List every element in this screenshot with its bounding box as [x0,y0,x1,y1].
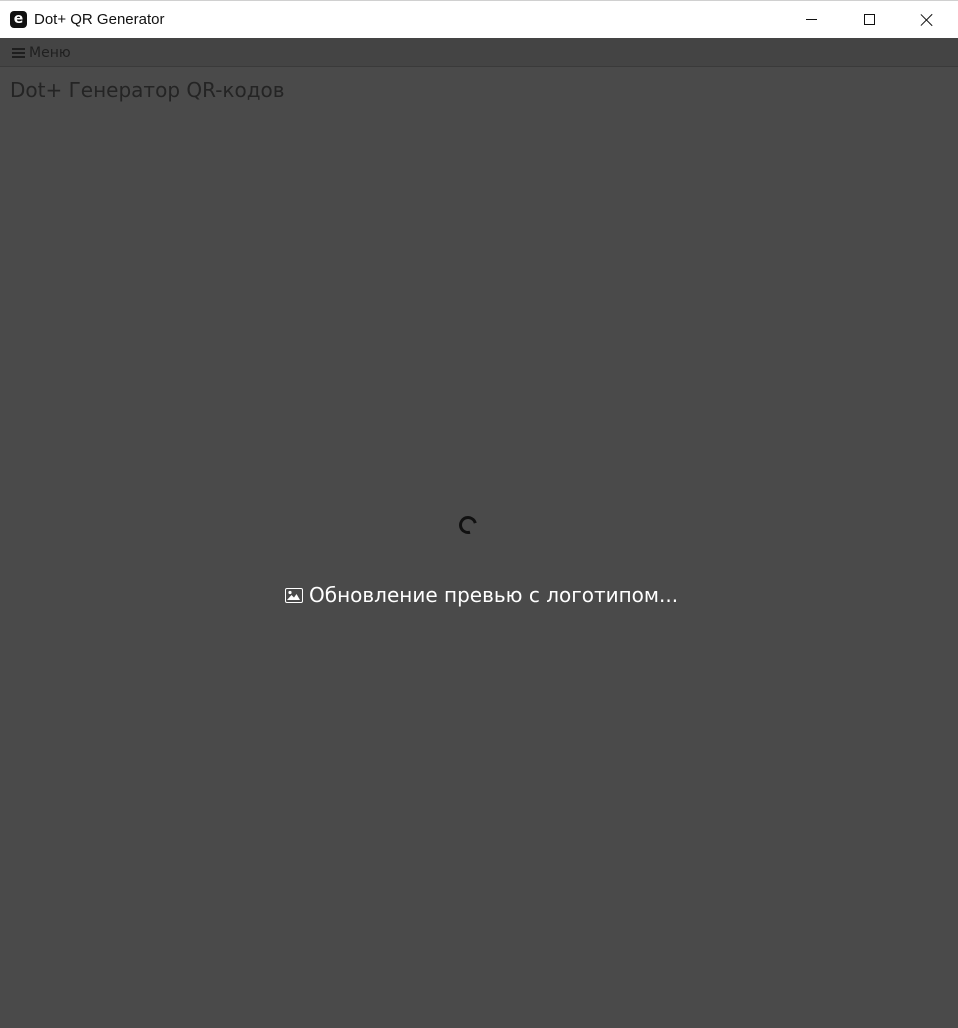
window-title: Dot+ QR Generator [34,11,165,28]
app-window: e Dot+ QR Generator Меню Dot+ Генератор … [0,0,958,1028]
app-icon: e [10,11,27,28]
menu-bar: Меню [0,38,958,67]
menu-label: Меню [29,45,71,61]
loading-status: Обновление превью с логотипом... [285,583,678,607]
hamburger-icon [12,48,25,58]
status-text: Обновление превью с логотипом... [309,583,679,607]
close-button[interactable] [898,1,956,38]
menu-button[interactable]: Меню [12,43,71,63]
page-title: Dot+ Генератор QR-кодов [10,78,285,102]
minimize-button[interactable] [782,1,840,38]
title-bar[interactable]: e Dot+ QR Generator [0,0,958,38]
image-icon [285,587,303,603]
minimize-icon [805,19,817,20]
maximize-button[interactable] [840,1,898,38]
close-icon [920,13,934,27]
maximize-icon [863,14,875,25]
spinner-icon [455,512,481,538]
